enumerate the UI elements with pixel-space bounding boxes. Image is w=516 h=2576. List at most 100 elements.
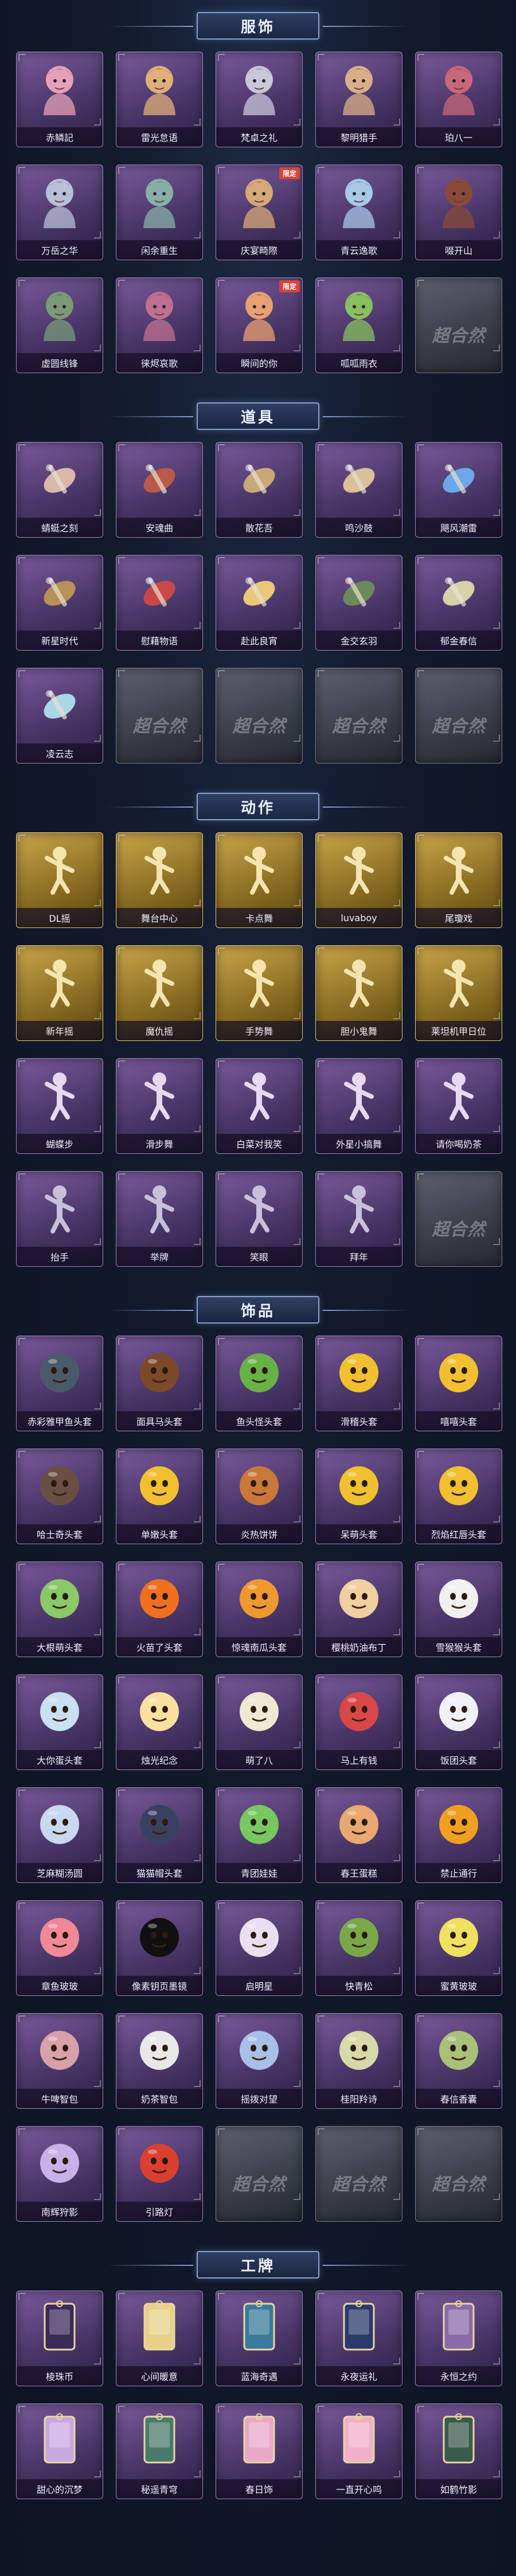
- collection-item[interactable]: 飓风潮雷: [415, 442, 502, 538]
- item-label: 卡点舞: [216, 908, 302, 927]
- collection-item[interactable]: 惊魂南瓜头套: [216, 1561, 303, 1657]
- collection-item[interactable]: 舞台中心: [116, 832, 203, 928]
- collection-item[interactable]: 赴此良宵: [216, 555, 303, 651]
- collection-item[interactable]: 梵卓之礼: [216, 52, 303, 147]
- collection-item[interactable]: 白菜对我笑: [216, 1058, 303, 1154]
- collection-item[interactable]: 蜜黄玻玻: [415, 1900, 502, 1996]
- collection-item[interactable]: 像素钥页墨镜: [116, 1900, 203, 1996]
- collection-item[interactable]: 甜心的沉梦: [16, 2403, 103, 2499]
- collection-item[interactable]: 饭团头套: [415, 1674, 502, 1770]
- collection-item[interactable]: 马上有钱: [315, 1674, 402, 1770]
- frame-corner: [493, 119, 500, 126]
- collection-item[interactable]: 炎热饼饼: [216, 1448, 303, 1544]
- collection-item[interactable]: 永恒之约: [415, 2291, 502, 2386]
- collection-item[interactable]: 快青松: [315, 1900, 402, 1996]
- collection-item[interactable]: 请你喝奶茶: [415, 1058, 502, 1154]
- collection-item[interactable]: 新星时代: [16, 555, 103, 651]
- collection-item[interactable]: 鸣沙鼓: [315, 442, 402, 538]
- collection-item[interactable]: 卡点舞: [216, 832, 303, 928]
- collection-item[interactable]: 莱坦机甲日位: [415, 945, 502, 1041]
- collection-item[interactable]: 胆小鬼舞: [315, 945, 402, 1041]
- collection-item[interactable]: 牛啤智包: [16, 2013, 103, 2109]
- collection-item[interactable]: 赤鳞記: [16, 52, 103, 147]
- collection-item[interactable]: 赤彩雅甲鱼头套: [16, 1336, 103, 1431]
- item-label: 万岳之华: [17, 240, 103, 260]
- collection-item[interactable]: 金交玄羽: [315, 555, 402, 651]
- collection-item[interactable]: 瞬间的你 限定: [216, 277, 303, 373]
- collection-item[interactable]: 面具马头套: [116, 1336, 203, 1431]
- collection-item[interactable]: 如鹤竹影: [415, 2403, 502, 2499]
- collection-item[interactable]: 樱桃奶油布丁: [315, 1561, 402, 1657]
- collection-item[interactable]: 珀八一: [415, 52, 502, 147]
- collection-item[interactable]: 棱珠币: [16, 2291, 103, 2386]
- collection-item[interactable]: 抬手: [16, 1171, 103, 1267]
- collection-item[interactable]: 啜开山: [415, 165, 502, 260]
- collection-item[interactable]: 呱呱雨衣: [315, 277, 402, 373]
- collection-item[interactable]: 蝴蝶步: [16, 1058, 103, 1154]
- collection-item[interactable]: 章鱼玻玻: [16, 1900, 103, 1996]
- collection-item[interactable]: 蜻蜓之刻: [16, 442, 103, 538]
- collection-item[interactable]: 黎明猎手: [315, 52, 402, 147]
- collection-item[interactable]: 慰藉物语: [116, 555, 203, 651]
- collection-item[interactable]: 永夜运礼: [315, 2291, 402, 2386]
- collection-item[interactable]: 雷光怠语: [116, 52, 203, 147]
- collection-item[interactable]: 引路灯: [116, 2126, 203, 2222]
- collection-item[interactable]: DL摇: [16, 832, 103, 928]
- collection-item[interactable]: 嘻嘻头套: [415, 1336, 502, 1431]
- collection-item[interactable]: 猫猫帽头套: [116, 1787, 203, 1883]
- collection-item[interactable]: 春王蛋糕: [315, 1787, 402, 1883]
- collection-item[interactable]: 青团娃娃: [216, 1787, 303, 1883]
- collection-item[interactable]: 烈焰红唇头套: [415, 1448, 502, 1544]
- collection-item[interactable]: 萌了八: [216, 1674, 303, 1770]
- collection-item[interactable]: 举牌: [116, 1171, 203, 1267]
- collection-item[interactable]: 徕烬哀歌: [116, 277, 203, 373]
- collection-item[interactable]: 雪猴猴头套: [415, 1561, 502, 1657]
- collection-item[interactable]: 闲余重生: [116, 165, 203, 260]
- collection-item[interactable]: 秘遥青穹: [116, 2403, 203, 2499]
- collection-item[interactable]: 郁金春信: [415, 555, 502, 651]
- collection-item[interactable]: 烛光纪念: [116, 1674, 203, 1770]
- collection-item[interactable]: 庆宴畸際 限定: [216, 165, 303, 260]
- collection-item[interactable]: 春日饰: [216, 2403, 303, 2499]
- collection-item[interactable]: 大你蛋头套: [16, 1674, 103, 1770]
- collection-item[interactable]: 万岳之华: [16, 165, 103, 260]
- collection-item[interactable]: 蓝海奇遇: [216, 2291, 303, 2386]
- frame-corner: [318, 1902, 325, 1909]
- collection-item[interactable]: 芝麻糊汤圆: [16, 1787, 103, 1883]
- collection-item[interactable]: 鱼头怪头套: [216, 1336, 303, 1431]
- collection-item[interactable]: 滑步舞: [116, 1058, 203, 1154]
- collection-item[interactable]: 虛圆线锋: [16, 277, 103, 373]
- collection-item[interactable]: 南辉狩影: [16, 2126, 103, 2222]
- item-label: 新年摇: [17, 1021, 103, 1040]
- collection-item[interactable]: 散花吾: [216, 442, 303, 538]
- frame-corner: [18, 167, 25, 174]
- collection-item[interactable]: 新年摇: [16, 945, 103, 1041]
- collection-item[interactable]: 安魂曲: [116, 442, 203, 538]
- collection-item[interactable]: 滑稽头套: [315, 1336, 402, 1431]
- collection-item[interactable]: luvaboy: [315, 832, 402, 928]
- collection-item[interactable]: 摇拨对望: [216, 2013, 303, 2109]
- emote-figure-icon: [331, 1067, 386, 1122]
- collection-item[interactable]: 大根萌头套: [16, 1561, 103, 1657]
- collection-item[interactable]: 奶茶智包: [116, 2013, 203, 2109]
- collection-item[interactable]: 尾瓊戏: [415, 832, 502, 928]
- collection-item[interactable]: 手势舞: [216, 945, 303, 1041]
- collection-item[interactable]: 哈士奇头套: [16, 1448, 103, 1544]
- collection-item[interactable]: 桂阳羚诗: [315, 2013, 402, 2109]
- watermark-logo: 超合然: [431, 2155, 486, 2210]
- collection-item[interactable]: 凌云志: [16, 668, 103, 764]
- frame-corner: [94, 1012, 101, 1019]
- collection-item[interactable]: 拜年: [315, 1171, 402, 1267]
- collection-item[interactable]: 单嫩头套: [116, 1448, 203, 1544]
- collection-item[interactable]: 魔仇摇: [116, 945, 203, 1041]
- collection-item[interactable]: 火苗了头套: [116, 1561, 203, 1657]
- collection-item[interactable]: 启明星: [216, 1900, 303, 1996]
- collection-item[interactable]: 青云逸歌: [315, 165, 402, 260]
- collection-item[interactable]: 禁止通行: [415, 1787, 502, 1883]
- collection-item[interactable]: 春信香囊: [415, 2013, 502, 2109]
- collection-item[interactable]: 外星小搞舞: [315, 1058, 402, 1154]
- collection-item[interactable]: 呆萌头套: [315, 1448, 402, 1544]
- collection-item[interactable]: 心间暖意: [116, 2291, 203, 2386]
- collection-item[interactable]: 一直开心呜: [315, 2403, 402, 2499]
- collection-item[interactable]: 笑眼: [216, 1171, 303, 1267]
